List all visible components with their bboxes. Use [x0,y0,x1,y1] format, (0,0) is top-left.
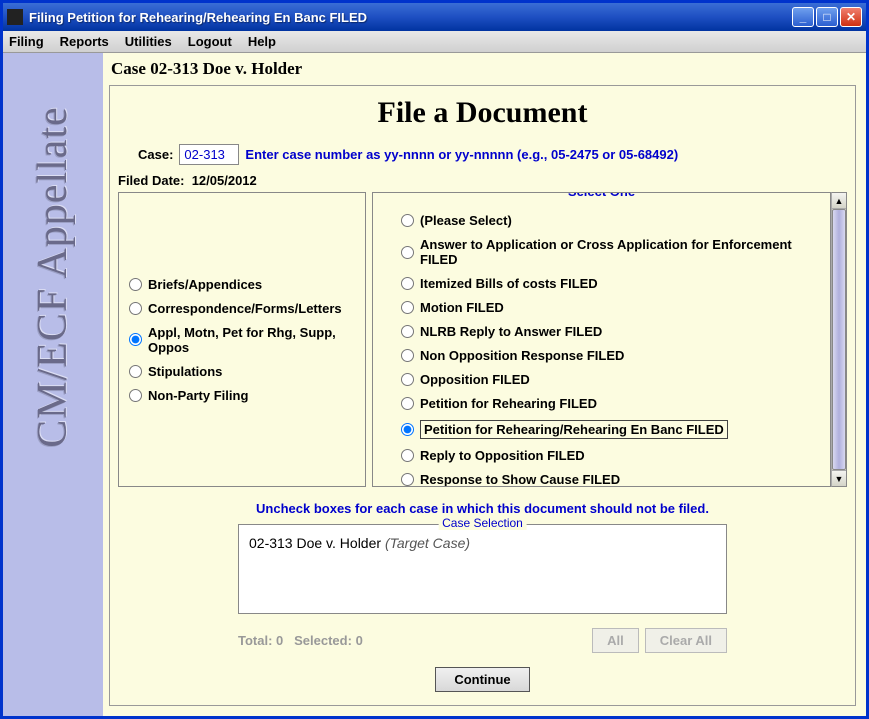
event-item[interactable]: Motion FILED [401,300,820,315]
event-panel: Select One (Please Select) Answer to App… [372,192,831,487]
main-panel: File a Document Case: Enter case number … [109,85,856,706]
category-radio[interactable] [129,333,142,346]
event-item-selected[interactable]: Petition for Rehearing/Rehearing En Banc… [401,420,820,439]
event-radio[interactable] [401,325,414,338]
case-row: Case: Enter case number as yy-nnnn or yy… [138,144,847,165]
selected-label: Selected: [294,633,352,648]
event-radio[interactable] [401,373,414,386]
event-item[interactable]: Petition for Rehearing FILED [401,396,820,411]
case-label: Case: [138,147,173,162]
category-radio[interactable] [129,389,142,402]
category-panel: Briefs/Appendices Correspondence/Forms/L… [118,192,366,487]
event-item[interactable]: Opposition FILED [401,372,820,387]
category-item[interactable]: Correspondence/Forms/Letters [129,301,355,316]
minimize-button[interactable]: _ [792,7,814,27]
panels: Briefs/Appendices Correspondence/Forms/L… [118,192,847,487]
event-radio[interactable] [401,301,414,314]
content: Case 02-313 Doe v. Holder File a Documen… [103,53,866,716]
titlebar: Filing Petition for Rehearing/Rehearing … [3,3,866,31]
continue-button[interactable]: Continue [435,667,529,692]
menu-utilities[interactable]: Utilities [125,34,172,49]
event-radio[interactable] [401,423,414,436]
case-selection-panel: Case Selection 02-313 Doe v. Holder (Tar… [238,524,727,614]
event-item[interactable]: Itemized Bills of costs FILED [401,276,820,291]
case-selection-case: 02-313 Doe v. Holder [249,535,381,551]
event-radio[interactable] [401,397,414,410]
event-item[interactable]: Answer to Application or Cross Applicati… [401,237,820,267]
menubar: Filing Reports Utilities Logout Help [3,31,866,53]
event-scrollbar[interactable]: ▲ ▼ [831,192,847,487]
app-window: Filing Petition for Rehearing/Rehearing … [0,0,869,719]
scroll-thumb[interactable] [832,209,846,470]
event-item[interactable]: NLRB Reply to Answer FILED [401,324,820,339]
event-item[interactable]: Non Opposition Response FILED [401,348,820,363]
filed-date-value: 12/05/2012 [192,173,257,188]
page-title: File a Document [118,96,847,130]
selected-value: 0 [356,633,363,648]
case-selection-legend: Case Selection [438,516,527,530]
case-header: Case 02-313 Doe v. Holder [109,53,856,85]
event-item[interactable]: (Please Select) [401,213,820,228]
case-hint: Enter case number as yy-nnnn or yy-nnnnn… [245,147,678,162]
event-radio[interactable] [401,449,414,462]
event-radio[interactable] [401,246,414,259]
window-controls: _ □ ✕ [792,7,862,27]
app-icon [7,9,23,25]
category-item[interactable]: Appl, Motn, Pet for Rhg, Supp, Oppos [129,325,355,355]
menu-reports[interactable]: Reports [60,34,109,49]
category-item[interactable]: Briefs/Appendices [129,277,355,292]
body-area: CM/ECF Appellate Case 02-313 Doe v. Hold… [3,53,866,716]
scroll-up-icon[interactable]: ▲ [832,193,846,209]
event-item[interactable]: Response to Show Cause FILED [401,472,820,486]
close-button[interactable]: ✕ [840,7,862,27]
event-radio[interactable] [401,349,414,362]
event-radio[interactable] [401,277,414,290]
menu-help[interactable]: Help [248,34,276,49]
category-item[interactable]: Stipulations [129,364,355,379]
total-label: Total: [238,633,272,648]
maximize-button[interactable]: □ [816,7,838,27]
category-radio[interactable] [129,365,142,378]
continue-row: Continue [118,667,847,692]
event-radio[interactable] [401,473,414,486]
menu-logout[interactable]: Logout [188,34,232,49]
filed-date: Filed Date: 12/05/2012 [118,173,847,188]
case-selection-row[interactable]: 02-313 Doe v. Holder (Target Case) [249,535,716,551]
case-selection-note: (Target Case) [385,535,470,551]
event-panel-wrap: Select One (Please Select) Answer to App… [372,192,847,487]
event-radio[interactable] [401,214,414,227]
all-button[interactable]: All [592,628,639,653]
category-list: Briefs/Appendices Correspondence/Forms/L… [129,277,355,403]
menu-filing[interactable]: Filing [9,34,44,49]
event-legend: Select One [562,192,641,199]
clear-all-button[interactable]: Clear All [645,628,727,653]
sidebar-brand: CM/ECF Appellate [29,106,77,448]
category-radio[interactable] [129,278,142,291]
category-radio[interactable] [129,302,142,315]
event-list: (Please Select) Answer to Application or… [373,193,830,486]
totals-row: Total: 0 Selected: 0 All Clear All [238,628,727,653]
uncheck-instruction: Uncheck boxes for each case in which thi… [118,501,847,516]
sidebar: CM/ECF Appellate [3,53,103,716]
total-value: 0 [276,633,283,648]
filed-date-label: Filed Date: [118,173,184,188]
event-item[interactable]: Reply to Opposition FILED [401,448,820,463]
category-item[interactable]: Non-Party Filing [129,388,355,403]
scroll-down-icon[interactable]: ▼ [832,470,846,486]
case-number-input[interactable] [179,144,239,165]
window-title: Filing Petition for Rehearing/Rehearing … [29,10,792,25]
